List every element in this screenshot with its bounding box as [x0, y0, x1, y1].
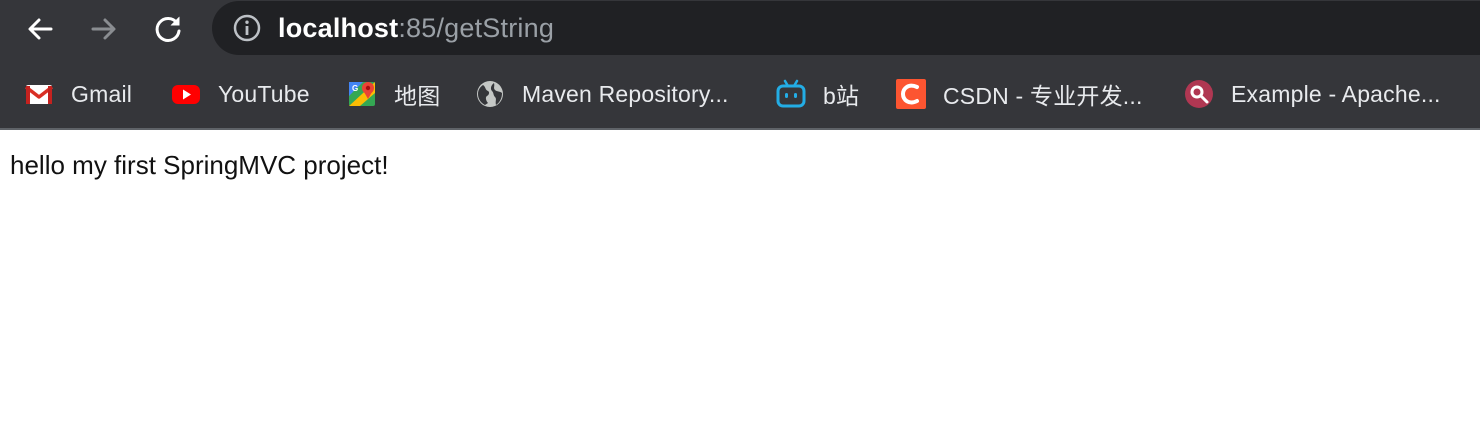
gmail-icon [24, 79, 54, 109]
apache-icon [1184, 79, 1214, 109]
bookmark-maven-repository[interactable]: Maven Repository... [475, 77, 729, 111]
bookmark-label: Example - Apache... [1231, 80, 1441, 107]
reload-button[interactable] [148, 9, 188, 49]
url-path: :85/getString [398, 12, 555, 43]
svg-text:G: G [352, 84, 358, 93]
maps-icon: G [347, 79, 377, 109]
back-button[interactable] [20, 9, 60, 49]
arrow-left-icon [28, 18, 53, 40]
bookmark-maps[interactable]: G 地图 [347, 77, 440, 111]
csdn-icon [896, 79, 926, 109]
bookmark-label: Maven Repository... [522, 80, 729, 107]
url-text: localhost:85/getString [278, 13, 554, 44]
bookmark-bilibili[interactable]: b站 [776, 77, 859, 111]
bookmark-csdn[interactable]: CSDN - 专业开发... [896, 77, 1143, 111]
bookmarks-bar: Gmail YouTube G 地图 Maven Repository... b… [0, 58, 1480, 130]
bilibili-icon [776, 79, 806, 109]
browser-toolbar: localhost:85/getString [0, 0, 1480, 58]
info-icon[interactable] [232, 13, 262, 43]
forward-button[interactable] [84, 9, 124, 49]
bookmark-apache-example[interactable]: Example - Apache... [1184, 77, 1441, 111]
page-body-text: hello my first SpringMVC project! [10, 150, 389, 180]
youtube-icon [171, 79, 201, 109]
bookmark-label: YouTube [218, 80, 310, 107]
bookmark-label: CSDN - 专业开发... [943, 83, 1143, 109]
bookmark-label: 地图 [394, 83, 441, 109]
arrow-right-icon [91, 18, 116, 40]
bookmark-youtube[interactable]: YouTube [171, 77, 310, 111]
address-bar[interactable]: localhost:85/getString [212, 1, 1480, 55]
bookmark-label: b站 [823, 83, 860, 109]
bookmark-gmail[interactable]: Gmail [24, 77, 132, 111]
globe-icon [475, 79, 505, 109]
reload-icon [155, 16, 181, 42]
bookmark-label: Gmail [71, 80, 133, 107]
url-host: localhost [278, 12, 399, 43]
